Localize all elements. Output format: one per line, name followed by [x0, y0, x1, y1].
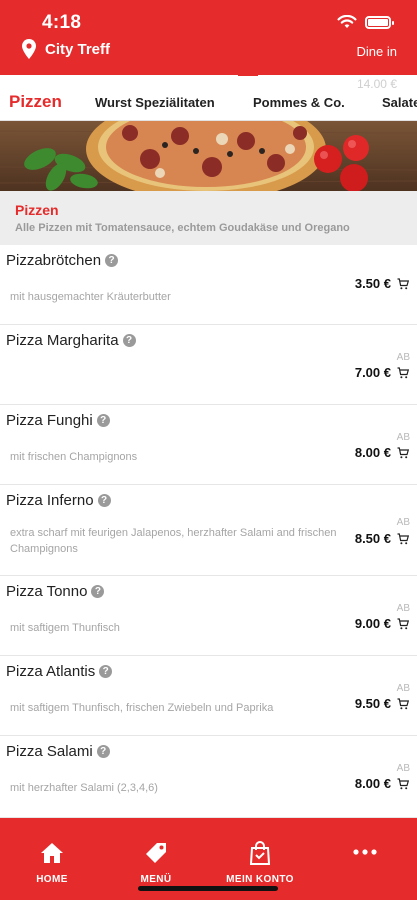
- nav-label: HOME: [36, 874, 68, 885]
- menu-item[interactable]: Pizza Salami ? mit herzhafter Salami (2,…: [0, 736, 417, 818]
- cart-icon: [397, 366, 409, 378]
- info-icon[interactable]: ?: [96, 745, 110, 758]
- item-name-row: Pizza Margharita ?: [6, 332, 136, 349]
- item-price-row[interactable]: 3.50 €: [355, 276, 409, 291]
- price-prefix: AB: [396, 763, 410, 774]
- item-price-row[interactable]: 8.00 €: [355, 776, 409, 791]
- info-icon[interactable]: ?: [99, 665, 113, 678]
- location-pin-icon: [22, 39, 36, 59]
- wifi-icon: [337, 15, 357, 28]
- price-prefix: AB: [396, 352, 410, 363]
- price-prefix: AB: [396, 517, 410, 528]
- item-name-row: Pizza Salami ?: [6, 743, 110, 760]
- item-name-row: Pizza Funghi ?: [6, 412, 110, 429]
- location-name: City Treff: [45, 40, 111, 58]
- ghost-price: 14.00 €: [356, 77, 397, 91]
- cart-icon: [397, 277, 409, 289]
- item-name: Pizza Salami: [6, 743, 93, 760]
- home-indicator: [138, 886, 278, 891]
- info-icon[interactable]: ?: [122, 334, 136, 347]
- nav-menu[interactable]: MENÜ: [136, 841, 176, 887]
- item-price-row[interactable]: 9.00 €: [355, 616, 409, 631]
- cart-icon: [397, 697, 409, 709]
- item-name-row: Pizza Atlantis ?: [6, 663, 113, 680]
- status-time: 4:18: [42, 12, 82, 33]
- shopping-bag-icon: [249, 841, 271, 865]
- item-description: mit saftigem Thunfisch, frischen Zwiebel…: [10, 702, 274, 714]
- tag-icon: [146, 843, 166, 863]
- item-price: 7.00 €: [354, 365, 391, 380]
- category-header: Pizzen Alle Pizzen mit Tomatensauce, ech…: [0, 191, 417, 245]
- battery-icon: [365, 15, 394, 29]
- item-name-row: Pizza Inferno ?: [6, 492, 111, 509]
- item-name-row: Pizza Tonno ?: [6, 583, 105, 600]
- item-description: mit hausgemachter Kräuterbutter: [10, 291, 171, 303]
- price-prefix: AB: [396, 603, 410, 614]
- item-description: mit saftigem Thunfisch: [10, 622, 120, 634]
- nav-more[interactable]: [350, 849, 380, 859]
- item-name: Pizza Atlantis: [6, 663, 96, 680]
- menu-item[interactable]: Pizza Atlantis ? mit saftigem Thunfisch,…: [0, 656, 417, 736]
- item-name: Pizza Tonno: [6, 583, 88, 600]
- cart-icon: [397, 446, 409, 458]
- item-price-row[interactable]: 8.50 €: [355, 531, 409, 546]
- item-price-row[interactable]: 7.00 €: [355, 365, 409, 380]
- more-icon: [353, 849, 377, 855]
- menu-item[interactable]: Pizza Tonno ? mit saftigem Thunfisch AB …: [0, 576, 417, 656]
- cart-icon: [397, 777, 409, 789]
- item-description: extra scharf mit feurigen Jalapenos, her…: [10, 527, 337, 555]
- menu-item[interactable]: Pizza Funghi ? mit frischen Champignons …: [0, 405, 417, 485]
- category-description: Alle Pizzen mit Tomatensauce, echtem Gou…: [15, 222, 350, 234]
- item-price: 8.50 €: [354, 531, 391, 546]
- dine-in-button[interactable]: Dine in: [357, 44, 397, 59]
- category-title: Pizzen: [15, 202, 59, 218]
- item-price: 8.00 €: [354, 776, 391, 791]
- bottom-nav: HOME MENÜ MEIN KONTO: [0, 818, 417, 900]
- nav-label: MEIN KONTO: [226, 874, 294, 885]
- item-price: 8.00 €: [354, 445, 391, 460]
- nav-label: MENÜ: [140, 874, 172, 885]
- item-name: Pizzabrötchen: [6, 252, 102, 269]
- info-icon[interactable]: ?: [105, 254, 119, 267]
- category-banner-image: [0, 121, 417, 191]
- item-price: 3.50 €: [354, 276, 391, 291]
- nav-home[interactable]: HOME: [32, 841, 72, 887]
- tab-wurst-spezialitaten[interactable]: Wurst Speziälitaten: [95, 95, 215, 110]
- menu-item[interactable]: Pizza Margharita ? AB 7.00 €: [0, 325, 417, 405]
- menu-item[interactable]: Pizza Inferno ? extra scharf mit feurige…: [0, 485, 417, 576]
- menu-list: Pizzabrötchen ? mit hausgemachter Kräute…: [0, 245, 417, 818]
- tab-active-indicator-ghost: [238, 75, 258, 76]
- price-prefix: AB: [396, 683, 410, 694]
- cart-icon: [397, 617, 409, 629]
- tab-pizzen[interactable]: Pizzen: [9, 92, 62, 112]
- item-name: Pizza Margharita: [6, 332, 119, 349]
- price-prefix: AB: [396, 432, 410, 443]
- app-header: 4:18 City Treff Dine in: [0, 0, 417, 75]
- item-price-row[interactable]: 9.50 €: [355, 696, 409, 711]
- tab-pommes[interactable]: Pommes & Co.: [253, 95, 345, 110]
- item-name-row: Pizzabrötchen ?: [6, 252, 119, 269]
- item-price: 9.50 €: [354, 696, 391, 711]
- tab-salate[interactable]: Salate: [382, 95, 417, 110]
- item-price: 9.00 €: [354, 616, 391, 631]
- nav-account[interactable]: MEIN KONTO: [222, 841, 298, 887]
- info-icon[interactable]: ?: [97, 494, 111, 507]
- category-tabs: 14.00 € Pizzen Wurst Speziälitaten Pomme…: [0, 75, 417, 121]
- item-description: mit frischen Champignons: [10, 451, 138, 463]
- item-price-row[interactable]: 8.00 €: [355, 445, 409, 460]
- location-selector[interactable]: City Treff: [22, 39, 110, 59]
- info-icon[interactable]: ?: [96, 414, 110, 427]
- cart-icon: [397, 532, 409, 544]
- home-icon: [41, 843, 63, 863]
- menu-item[interactable]: Pizzabrötchen ? mit hausgemachter Kräute…: [0, 245, 417, 325]
- item-name: Pizza Inferno: [6, 492, 94, 509]
- item-name: Pizza Funghi: [6, 412, 93, 429]
- status-icons: [337, 15, 394, 29]
- item-description: mit herzhafter Salami (2,3,4,6): [10, 782, 158, 794]
- info-icon[interactable]: ?: [91, 585, 105, 598]
